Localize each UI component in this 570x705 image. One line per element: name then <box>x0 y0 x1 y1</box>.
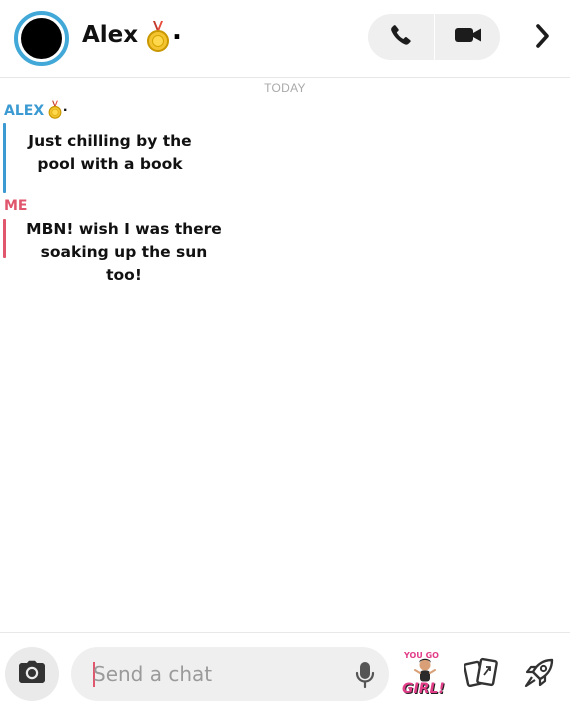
chevron-right-icon <box>535 23 551 54</box>
voice-call-button[interactable] <box>368 14 434 60</box>
sender-suffix: . <box>63 98 68 115</box>
contact-name[interactable]: Alex <box>82 22 138 48</box>
composer-bar: YOU GO GIRL! <box>0 632 570 705</box>
name-suffix: . <box>172 16 182 46</box>
phone-icon <box>389 23 413 52</box>
camera-icon <box>18 660 46 689</box>
day-separator: TODAY <box>264 81 306 95</box>
medal-icon <box>48 100 62 125</box>
bitmoji-bottom-text: GIRL! <box>402 681 445 697</box>
avatar-image <box>21 18 62 59</box>
sender-label-me: ME <box>4 198 28 214</box>
contact-avatar[interactable] <box>14 11 69 66</box>
microphone-icon[interactable] <box>355 661 375 694</box>
sender-label-alex: ALEX <box>4 103 45 119</box>
message-text[interactable]: Just chilling by the pool with a book <box>20 130 200 176</box>
message-text[interactable]: MBN! wish I was there soaking up the sun… <box>26 218 222 287</box>
call-button-group <box>368 14 500 60</box>
chat-input-container <box>71 647 389 701</box>
chat-input[interactable] <box>93 656 343 692</box>
rocket-icon[interactable] <box>523 657 555 694</box>
message-accent-bar <box>3 123 6 193</box>
more-button[interactable] <box>532 23 554 54</box>
medal-icon <box>146 21 170 58</box>
bitmoji-sticker-button[interactable]: YOU GO GIRL! <box>400 649 450 701</box>
chat-header: Alex . <box>0 0 570 78</box>
message-accent-bar <box>3 219 6 258</box>
cards-icon[interactable] <box>463 657 500 692</box>
video-camera-icon <box>454 25 482 50</box>
video-call-button[interactable] <box>434 14 500 60</box>
camera-button[interactable] <box>5 647 59 701</box>
